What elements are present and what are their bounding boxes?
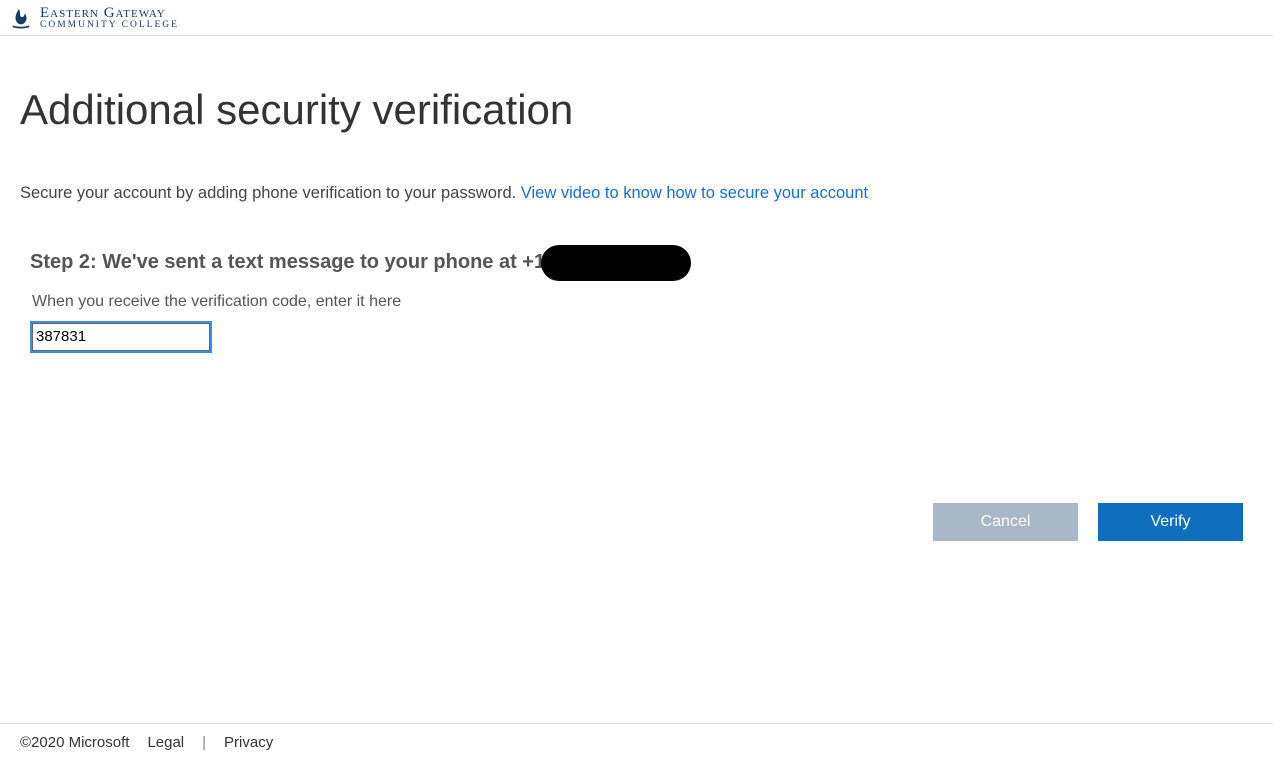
main-content: Additional security verification Secure … [0, 36, 1273, 351]
footer-copyright: ©2020 Microsoft [20, 734, 129, 751]
footer-legal-link[interactable]: Legal [147, 734, 184, 751]
code-instruction: When you receive the verification code, … [32, 293, 1253, 311]
page-title: Additional security verification [20, 86, 1253, 134]
footer-privacy-link[interactable]: Privacy [224, 734, 273, 751]
step-heading: Step 2: We've sent a text message to you… [30, 251, 545, 274]
logo-line2: COMMUNITY COLLEGE [40, 21, 179, 31]
subtitle: Secure your account by adding phone veri… [20, 184, 1253, 203]
footer: ©2020 Microsoft Legal | Privacy [0, 723, 1273, 761]
phone-redaction [541, 245, 691, 281]
step-heading-row: Step 2: We've sent a text message to you… [30, 245, 1253, 281]
logo-text: Eastern Gateway COMMUNITY COLLEGE [40, 6, 179, 31]
button-row: Cancel Verify [933, 503, 1243, 541]
cancel-button[interactable]: Cancel [933, 503, 1078, 541]
subtitle-text: Secure your account by adding phone veri… [20, 184, 521, 202]
verify-button[interactable]: Verify [1098, 503, 1243, 541]
flame-logo-icon [10, 7, 32, 29]
logo-line1: Eastern Gateway [40, 6, 179, 21]
verification-code-input[interactable] [32, 323, 210, 351]
footer-separator: | [202, 734, 206, 751]
video-link[interactable]: View video to know how to secure your ac… [521, 184, 868, 202]
header: Eastern Gateway COMMUNITY COLLEGE [0, 0, 1273, 36]
